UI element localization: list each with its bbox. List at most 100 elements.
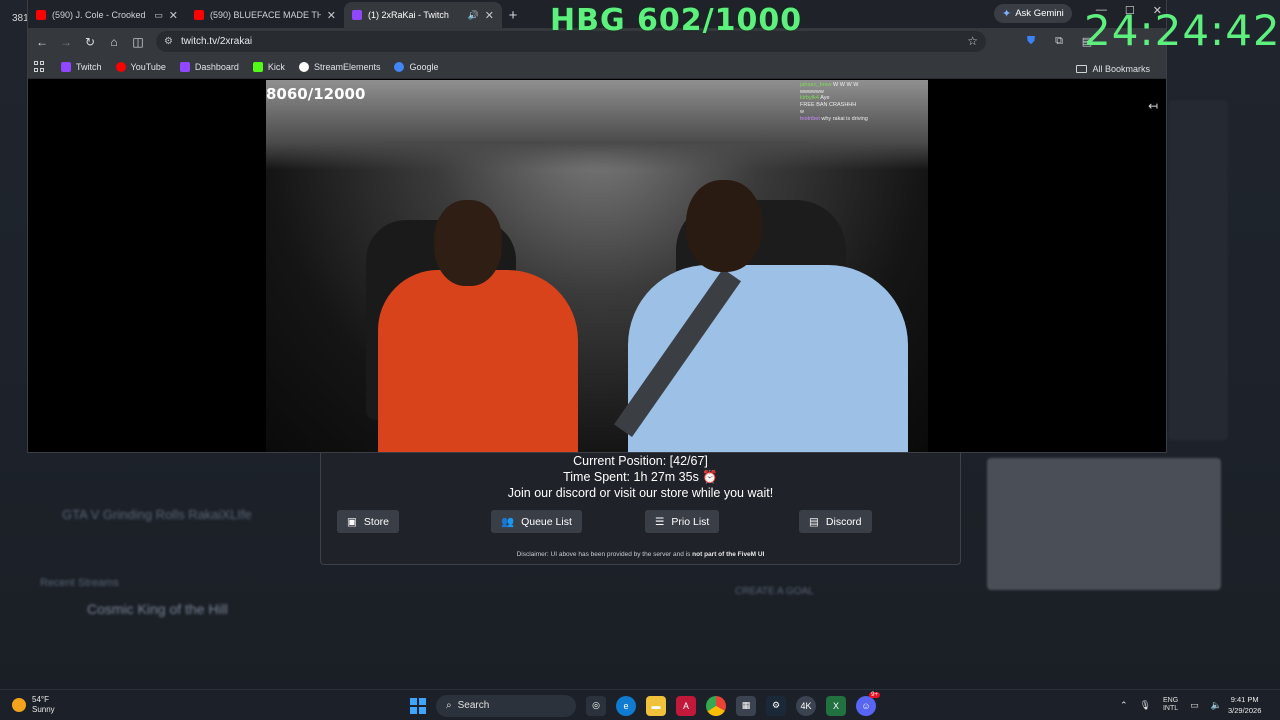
prio-list-button[interactable]: ☰ Prio List — [645, 510, 720, 533]
twitch-icon — [61, 61, 71, 72]
queue-disclaimer: Disclaimer: UI above has been provided b… — [516, 551, 765, 558]
ask-gemini-button[interactable]: ✦ Ask Gemini — [994, 4, 1072, 23]
app-red-a-icon[interactable]: A — [676, 695, 696, 716]
taskbar-search[interactable]: ⌕ Search — [436, 694, 576, 717]
4k-app-icon[interactable]: 4K — [796, 695, 816, 716]
chat-line: tnotribet why rakai is driving — [800, 115, 868, 122]
bookmark-label: Twitch — [76, 61, 102, 72]
tab-title: (1) 2xRaKai - Twitch — [368, 10, 449, 20]
close-tab-icon[interactable]: ✕ — [327, 9, 336, 22]
bookmark-star-icon[interactable]: ☆ — [967, 34, 978, 48]
system-clock[interactable]: 9:41 PM 3/29/2026 — [1228, 694, 1261, 716]
network-icon[interactable]: ▭ — [1190, 700, 1199, 711]
tab-twitch[interactable]: (1) 2xRaKai - Twitch 🔊 ✕ — [344, 2, 502, 28]
users-icon: 👥 — [501, 516, 515, 528]
clock-date: 3/29/2026 — [1228, 706, 1262, 715]
language-indicator[interactable]: ENG INTL — [1163, 697, 1178, 713]
discord-icon[interactable]: ☺ 9+ — [856, 691, 880, 716]
tray-chevron-icon[interactable]: ⌃ — [1120, 700, 1128, 711]
video-scene — [434, 200, 502, 286]
split-view-icon[interactable]: ◫ — [126, 30, 150, 54]
edge-icon[interactable]: e — [616, 695, 636, 716]
bookmark-label: StreamElements — [313, 61, 381, 72]
volume-icon[interactable]: 🔈 — [1211, 700, 1222, 711]
steam-icon[interactable]: ⚙ — [766, 695, 786, 716]
twitch-player[interactable]: jahaan_brew W W W W wwwwww kirbyfk4 Aye … — [28, 80, 1166, 452]
streamelements-icon — [298, 61, 309, 72]
home-icon[interactable]: ⌂ — [102, 30, 126, 54]
ask-gemini-label: Ask Gemini — [1015, 8, 1064, 19]
bookmark-label: Dashboard — [194, 61, 239, 72]
excel-icon[interactable]: X — [826, 695, 846, 716]
speaker-icon[interactable]: 🔊 — [468, 10, 479, 21]
background-snippet: Recent Streams — [40, 577, 119, 589]
video-counter-overlay: 8060/12000 — [266, 85, 366, 103]
video-scene — [686, 180, 762, 272]
kick-icon — [252, 61, 263, 72]
bookmark-kick[interactable]: Kick — [247, 57, 291, 77]
gemini-icon: ✦ — [1002, 8, 1012, 20]
tab-title: (590) J. Cole - Crooked Sm — [52, 10, 148, 20]
close-tab-icon[interactable]: ✕ — [485, 9, 494, 22]
bookmark-label: Kick — [267, 61, 285, 72]
bookmarks-bar: Twitch YouTube Dashboard Kick StreamElem… — [28, 55, 1166, 79]
discord-button[interactable]: ▤ Discord — [799, 510, 872, 533]
weather-widget[interactable]: 54°F Sunny — [12, 695, 55, 715]
google-icon — [394, 61, 405, 72]
youtube-icon — [36, 10, 46, 20]
folder-icon — [1076, 65, 1088, 73]
bookmark-streamelements[interactable]: StreamElements — [293, 57, 387, 77]
fivem-queue-panel: Current Position: [42/67] Time Spent: 1h… — [320, 453, 961, 565]
forward-icon[interactable]: → — [54, 30, 78, 54]
bookmark-label: YouTube — [130, 61, 166, 72]
chat-line: jahaan_brew W W W W — [800, 82, 859, 88]
taskbar-search-label: Search — [457, 700, 490, 711]
background-snippet: CREATE A GOAL — [735, 586, 814, 597]
discord-button-label: Discord — [825, 515, 862, 528]
queue-buttons: ▣ Store 👥 Queue List ☰ Prio List ▤ Disco… — [337, 510, 947, 534]
all-bookmarks-button[interactable]: All Bookmarks — [1070, 59, 1156, 79]
hbg-counter-overlay: HBG 602/1000 — [550, 3, 803, 38]
tab-youtube-jcole[interactable]: (590) J. Cole - Crooked Sm ▭ ✕ — [28, 2, 186, 28]
microphone-icon[interactable]: 🎙 — [1140, 700, 1151, 711]
weather-temperature: 54°F — [32, 695, 49, 704]
store-button-label: Store — [363, 515, 390, 528]
close-tab-icon[interactable]: ✕ — [169, 9, 178, 22]
url-text: twitch.tv/2xrakai — [180, 36, 253, 47]
prio-list-button-label: Prio List — [671, 515, 710, 528]
bookmark-youtube[interactable]: YouTube — [110, 57, 172, 77]
bookmark-dashboard[interactable]: Dashboard — [174, 57, 245, 77]
extension-shield-icon[interactable]: ⛊ — [1022, 32, 1040, 50]
tab-youtube-blueface[interactable]: (590) BLUEFACE MADE THE GIR ✕ — [186, 2, 344, 28]
app-grid-icon[interactable]: ▦ — [736, 695, 756, 716]
reload-icon[interactable]: ↻ — [78, 30, 102, 54]
collapse-chat-icon[interactable]: ↤ — [1148, 99, 1158, 113]
apps-grid-icon[interactable] — [34, 61, 45, 72]
windows-taskbar: 54°F Sunny ⌕ Search ◎ e ▬ A ▦ ⚙ 4K X ☺ 9… — [0, 689, 1280, 720]
back-icon[interactable]: ← — [30, 30, 54, 54]
windows-start-icon[interactable] — [410, 697, 426, 714]
list-icon: ☰ — [655, 515, 665, 528]
new-tab-button[interactable]: + — [502, 2, 524, 28]
copilot-icon[interactable]: ◎ — [586, 695, 606, 716]
bookmark-google[interactable]: Google — [388, 57, 444, 77]
site-info-icon[interactable]: ⚙ — [164, 36, 173, 47]
twitch-icon — [352, 10, 362, 20]
queue-join-text: Join our discord or visit our store whil… — [507, 486, 774, 500]
chat-line: FREE BAN CRASHHH — [800, 102, 857, 109]
chat-line: w — [800, 108, 804, 115]
background-snippet: GTA V Grinding Rolls RakaiXLIfe — [62, 507, 252, 522]
weather-condition: Sunny — [32, 705, 55, 714]
file-explorer-icon[interactable]: ▬ — [646, 695, 666, 716]
chat-line: wwwwww — [800, 88, 824, 95]
store-button[interactable]: ▣ Store — [337, 510, 400, 533]
queue-list-button[interactable]: 👥 Queue List — [491, 510, 582, 533]
all-bookmarks-label: All Bookmarks — [1092, 64, 1150, 74]
taskbar-apps: ⌕ Search ◎ e ▬ A ▦ ⚙ 4K X ☺ 9+ — [410, 691, 880, 718]
queue-time-spent: Time Spent: 1h 27m 35s ⏰ — [563, 470, 718, 484]
browser-window: (590) J. Cole - Crooked Sm ▭ ✕ (590) BLU… — [27, 0, 1167, 453]
bookmark-twitch[interactable]: Twitch — [55, 57, 108, 77]
stream-video[interactable]: jahaan_brew W W W W wwwwww kirbyfk4 Aye … — [266, 80, 928, 452]
extensions-puzzle-icon[interactable]: ⧉ — [1050, 32, 1068, 50]
chrome-icon[interactable] — [706, 695, 726, 716]
